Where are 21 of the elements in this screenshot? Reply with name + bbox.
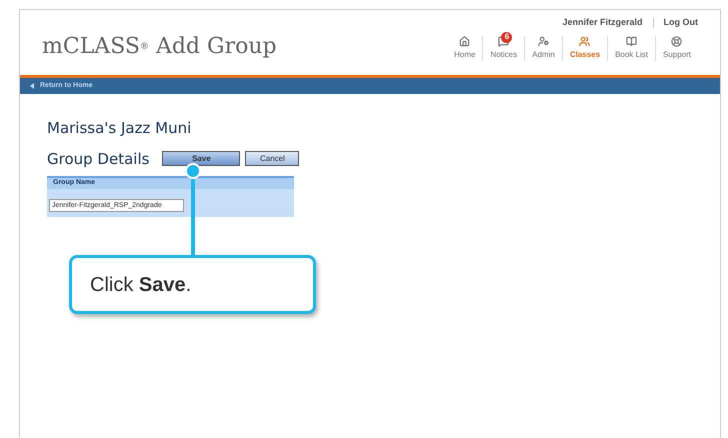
cancel-button[interactable]: Cancel <box>245 151 300 166</box>
user-name: Jennifer Fitzgerald <box>562 16 642 29</box>
left-arrow-icon <box>30 83 34 89</box>
school-name: Marissa's Jazz Muni <box>47 118 192 139</box>
nav-tab[interactable]: Book List <box>608 36 655 60</box>
nav-tab[interactable]: Support <box>656 36 698 60</box>
callout-text: Click Save. <box>90 272 192 298</box>
page-title: mCLASS$^{®}$ Add Group <box>42 33 277 61</box>
notification-badge: 6 <box>501 32 512 42</box>
nav-tab[interactable]: Notices 6 <box>483 36 524 60</box>
nav-tab[interactable]: Classes <box>562 36 608 60</box>
lifebuoy-icon <box>671 36 682 46</box>
nav-tab[interactable]: Home <box>447 36 482 60</box>
nav-tab[interactable]: Admin <box>525 36 562 60</box>
section-title: Group Details <box>47 148 150 170</box>
save-button[interactable]: Save <box>162 151 240 166</box>
person-gear-icon <box>538 36 549 46</box>
people-icon <box>579 36 590 46</box>
book-icon <box>626 36 638 46</box>
logout-link[interactable]: Log Out <box>664 16 698 30</box>
home-icon <box>459 36 470 46</box>
